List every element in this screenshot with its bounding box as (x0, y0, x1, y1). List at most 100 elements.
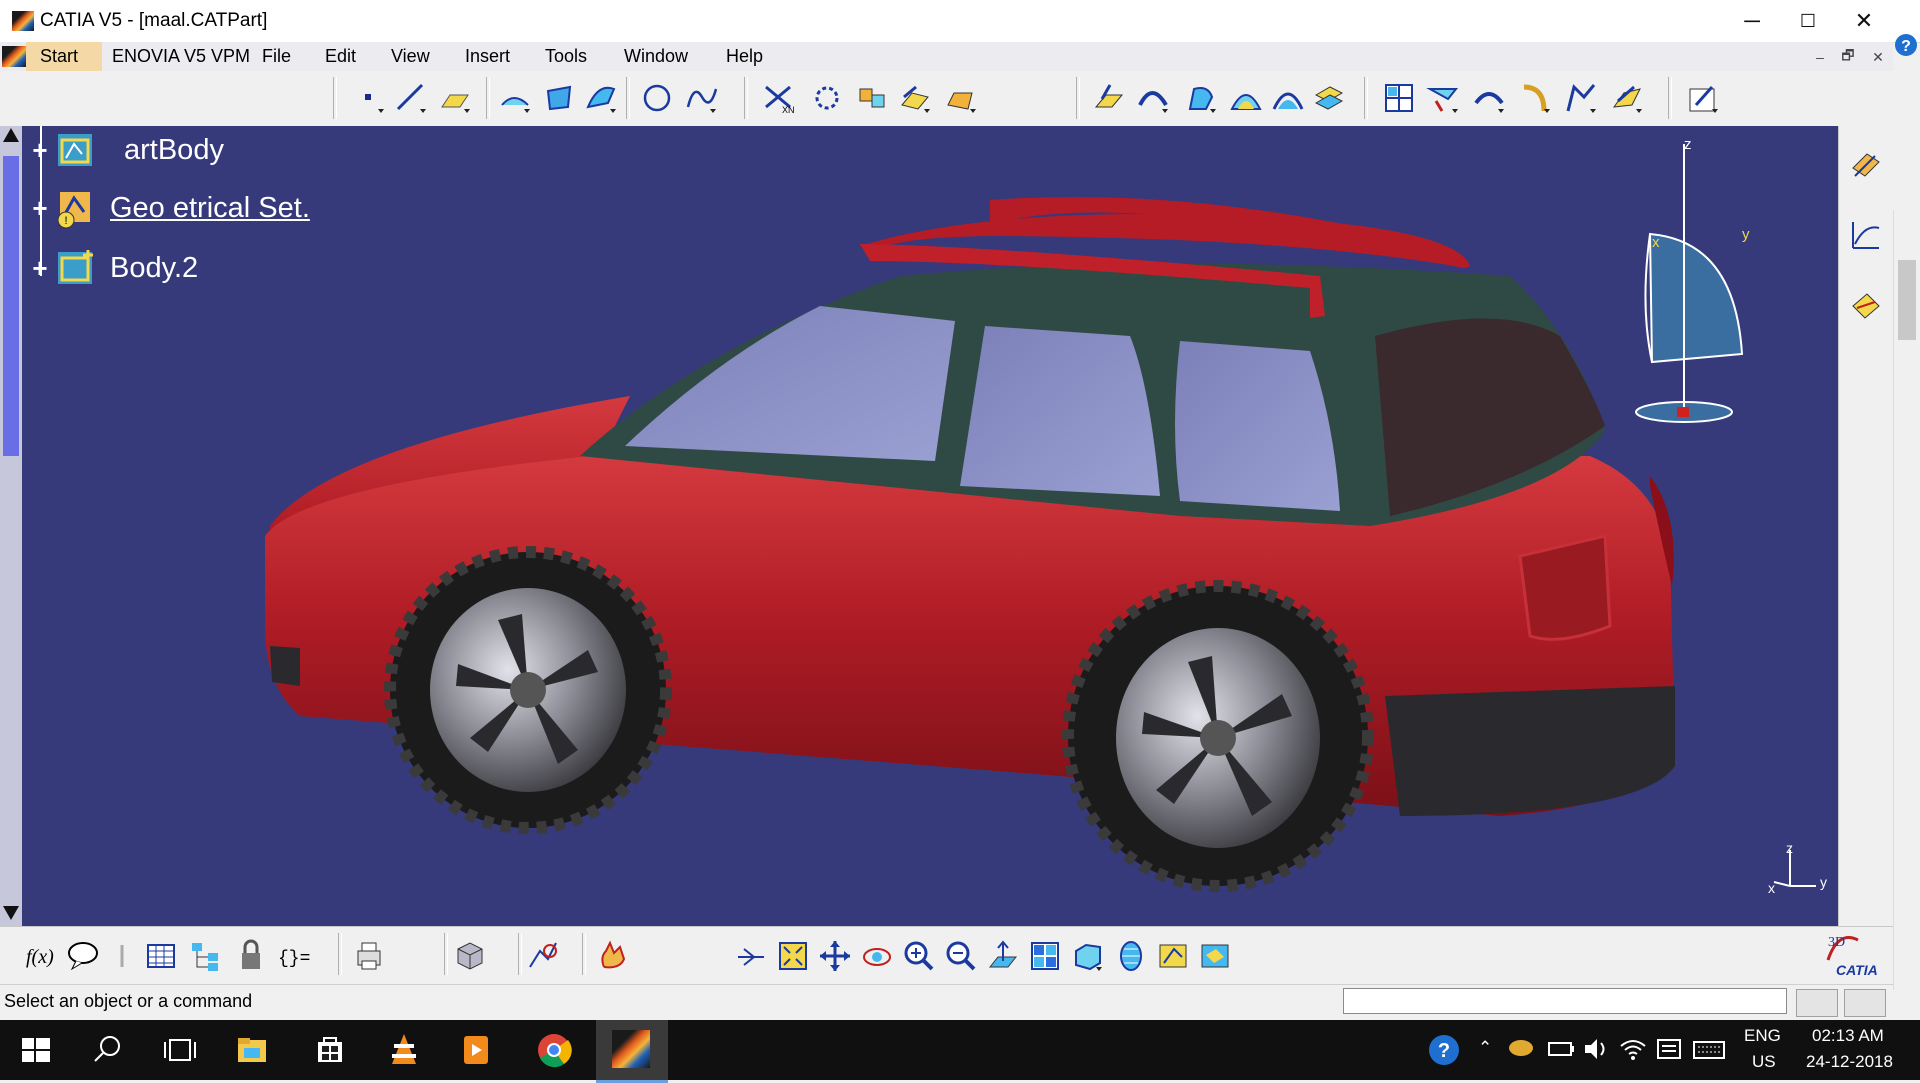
extrude-surface-icon[interactable] (498, 81, 532, 115)
multi-view-icon[interactable] (1028, 939, 1062, 973)
status-button-2[interactable] (1844, 989, 1886, 1017)
catia-taskbar-item[interactable] (596, 1020, 668, 1083)
analysis-icon[interactable] (526, 939, 560, 973)
hand-icon[interactable] (596, 939, 630, 973)
pad-icon[interactable] (1092, 81, 1126, 115)
clock-date[interactable]: 24-12-2018 (1806, 1052, 1893, 1072)
rotate-icon[interactable] (860, 939, 894, 973)
render-style-icon[interactable] (1114, 939, 1148, 973)
catia-document-icon[interactable] (2, 46, 26, 67)
close-button[interactable]: ✕ (1836, 0, 1892, 42)
menu-tools[interactable]: Tools (545, 46, 587, 67)
menu-help[interactable]: Help (726, 46, 763, 67)
zoom-in-icon[interactable] (902, 939, 936, 973)
wifi-icon[interactable] (1618, 1034, 1648, 1064)
circle-icon[interactable] (640, 81, 674, 115)
maximize-button[interactable]: ☐ (1780, 0, 1836, 42)
store-icon[interactable] (310, 1030, 350, 1070)
sweep-surface-icon[interactable] (584, 81, 618, 115)
tree-label[interactable]: Body.2 (110, 252, 198, 285)
menu-edit[interactable]: Edit (325, 46, 356, 67)
car-model[interactable] (0, 126, 1838, 926)
intersection-icon[interactable]: XN (762, 81, 796, 115)
catia-app-icon[interactable] (12, 11, 34, 31)
extract-icon[interactable] (944, 81, 978, 115)
normal-view-icon[interactable] (986, 939, 1020, 973)
scroll-down-arrow[interactable] (3, 906, 19, 920)
keyboard-icon[interactable] (1692, 1034, 1726, 1064)
menu-enovia[interactable]: ENOVIA V5 VPM (112, 46, 250, 67)
media-player-icon[interactable] (456, 1030, 496, 1070)
join-icon[interactable] (856, 81, 890, 115)
right-scrollbar[interactable] (1893, 210, 1920, 990)
tree-structure-icon[interactable] (188, 939, 222, 973)
pan-icon[interactable] (818, 939, 852, 973)
language-label[interactable]: ENG (1744, 1026, 1781, 1046)
edge-fillet-icon[interactable] (1518, 81, 1552, 115)
layers-icon[interactable] (1312, 81, 1346, 115)
chamfer-icon[interactable] (1564, 81, 1598, 115)
shell-icon[interactable] (1472, 81, 1506, 115)
clock-time[interactable]: 02:13 AM (1812, 1026, 1884, 1046)
thickness-icon[interactable] (1610, 81, 1644, 115)
sketcher-icon[interactable] (1849, 148, 1883, 182)
table-icon[interactable] (144, 939, 178, 973)
tray-expand-icon[interactable]: ⌃ (1478, 1038, 1492, 1058)
tree-label[interactable]: artBody (124, 134, 224, 167)
blend-icon[interactable] (1270, 81, 1304, 115)
expand-icon[interactable]: + (30, 137, 50, 163)
cube-icon[interactable] (452, 939, 486, 973)
tree-item-partbody[interactable]: + artBody (30, 128, 224, 172)
tree-item-body2[interactable]: + Body.2 (30, 246, 198, 290)
scroll-thumb[interactable] (3, 156, 19, 456)
task-view-icon[interactable] (160, 1030, 200, 1070)
line-icon[interactable] (394, 81, 428, 115)
plane-icon[interactable] (438, 81, 472, 115)
scroll-thumb[interactable] (1898, 260, 1916, 340)
command-input[interactable] (1343, 988, 1787, 1014)
battery-icon[interactable] (1546, 1034, 1576, 1064)
parameter-icon[interactable]: {}= (276, 939, 310, 973)
mdi-minimize-button[interactable]: – (1810, 48, 1830, 66)
formula-icon[interactable]: f(x) (24, 939, 58, 973)
expand-icon[interactable]: + (30, 195, 50, 221)
menu-window[interactable]: Window (624, 46, 688, 67)
grid-icon[interactable] (1382, 81, 1416, 115)
chain-icon[interactable] (108, 939, 142, 973)
vlc-icon[interactable] (384, 1030, 424, 1070)
symmetry-icon[interactable] (810, 81, 844, 115)
menu-file[interactable]: File (262, 46, 291, 67)
region-label[interactable]: US (1752, 1052, 1776, 1072)
help-tray-icon[interactable]: ? (1424, 1030, 1464, 1070)
search-icon[interactable] (88, 1030, 128, 1070)
tree-label[interactable]: Geo etrical Set. (110, 192, 310, 225)
expand-icon[interactable]: + (30, 255, 50, 281)
notification-icon[interactable] (1654, 1034, 1684, 1064)
mdi-close-button[interactable]: ✕ (1868, 48, 1888, 66)
axis-system-icon[interactable] (1849, 218, 1883, 252)
status-button-1[interactable] (1796, 989, 1838, 1017)
tree-scrollbar[interactable] (0, 126, 22, 926)
menu-insert[interactable]: Insert (465, 46, 510, 67)
multi-section-icon[interactable] (1228, 81, 1262, 115)
shaft-icon[interactable] (1136, 81, 1170, 115)
menu-start[interactable]: Start (40, 46, 78, 67)
print-icon[interactable] (352, 939, 386, 973)
measure-icon[interactable] (1849, 288, 1883, 322)
sketch-icon[interactable] (1686, 81, 1720, 115)
iso-view-icon[interactable] (1070, 939, 1104, 973)
compass-widget[interactable] (1635, 144, 1744, 423)
tree-item-geometrical-set[interactable]: + ! Geo etrical Set. (30, 186, 310, 230)
zoom-out-icon[interactable] (944, 939, 978, 973)
minimize-button[interactable]: ─ (1724, 0, 1780, 42)
tray-app-icon[interactable] (1506, 1032, 1536, 1062)
volume-icon[interactable] (1582, 1034, 1612, 1064)
fill-surface-icon[interactable] (542, 81, 576, 115)
chrome-icon[interactable] (534, 1030, 574, 1070)
help-icon[interactable]: ? (1893, 30, 1920, 60)
fit-all-icon[interactable] (776, 939, 810, 973)
fly-mode-icon[interactable] (734, 939, 768, 973)
menu-view[interactable]: View (391, 46, 430, 67)
rib-icon[interactable] (1184, 81, 1218, 115)
spline-icon[interactable] (684, 81, 718, 115)
